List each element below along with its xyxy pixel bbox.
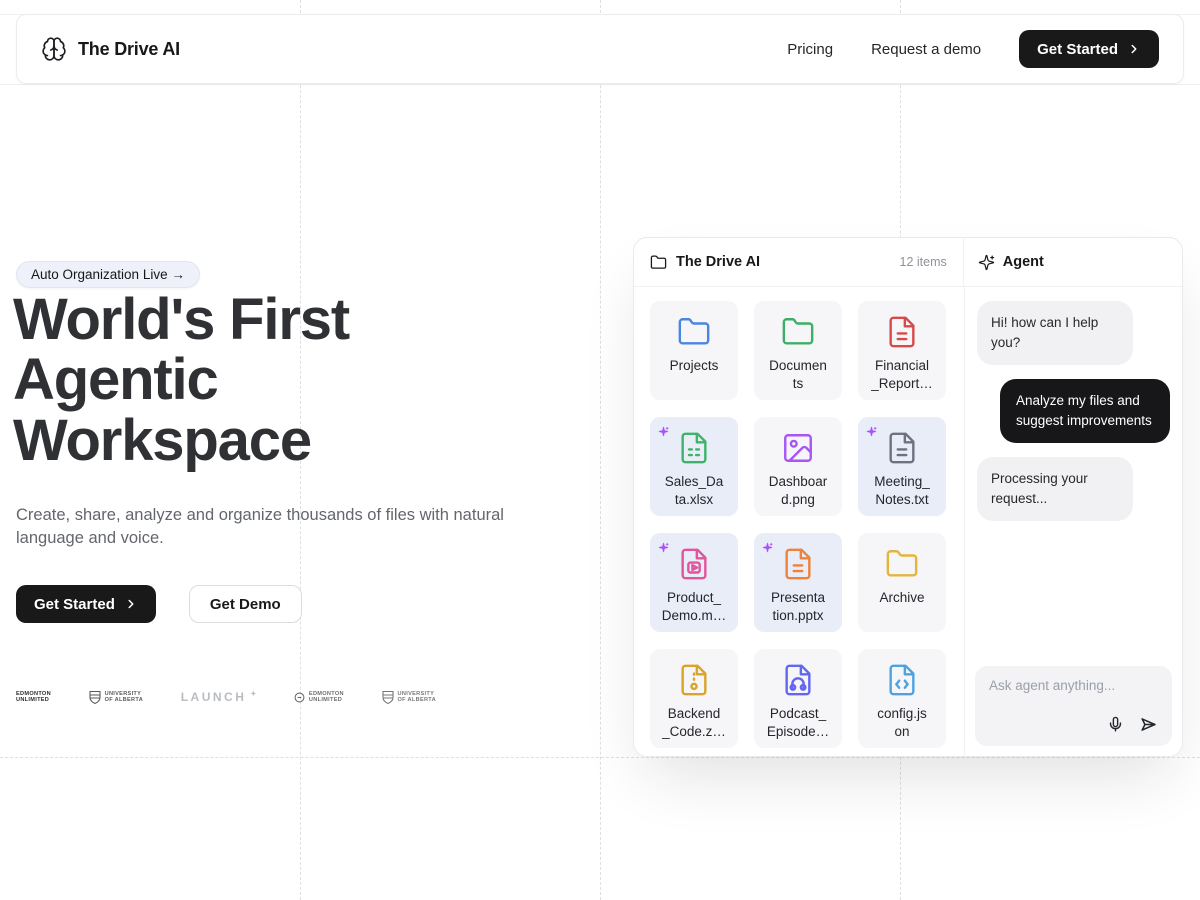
file-label: Financial _Report… bbox=[871, 357, 933, 392]
partner-text: UNLIMITED bbox=[309, 697, 344, 703]
file-text-icon bbox=[885, 430, 919, 466]
nav-link-request-demo[interactable]: Request a demo bbox=[871, 41, 981, 58]
partner-logo-launch: LAUNCH✦ bbox=[181, 690, 257, 704]
partner-text: OF ALBERTA bbox=[398, 697, 436, 703]
hero-title: World's First Agentic Workspace bbox=[13, 290, 468, 471]
partner-logo-edmonton-unlimited: EDMONTONUNLIMITED bbox=[16, 691, 51, 704]
file-label: config.js on bbox=[877, 705, 927, 740]
file-tile[interactable]: Backend _Code.z… bbox=[650, 649, 738, 748]
file-tile[interactable]: Product_ Demo.m… bbox=[650, 533, 738, 632]
file-label: Documen ts bbox=[769, 357, 827, 392]
chat-messages: Hi! how can I help you? Analyze my files … bbox=[977, 301, 1170, 521]
file-label: Projects bbox=[670, 357, 719, 375]
image-icon bbox=[781, 430, 815, 466]
file-label: Product_ Demo.m… bbox=[662, 589, 727, 624]
folder-icon bbox=[781, 314, 815, 350]
hero-get-started-label: Get Started bbox=[34, 596, 115, 613]
folder-icon bbox=[885, 546, 919, 582]
file-tile[interactable]: Financial _Report… bbox=[858, 301, 946, 400]
partner-text: UNLIMITED bbox=[16, 697, 51, 703]
grid-guide-horizontal bbox=[0, 757, 1200, 758]
ai-sparkle-icon bbox=[866, 424, 877, 442]
agent-panel-header: Agent bbox=[963, 238, 1182, 286]
file-tile[interactable]: Presenta tion.pptx bbox=[754, 533, 842, 632]
sparkles-icon bbox=[978, 254, 995, 271]
grid-guide-vertical bbox=[600, 0, 601, 900]
ai-sparkle-icon bbox=[658, 540, 669, 558]
partner-text: OF ALBERTA bbox=[105, 697, 143, 703]
brain-logo-icon bbox=[41, 36, 67, 62]
microphone-icon[interactable] bbox=[1107, 716, 1124, 733]
partner-logo-edmonton-unlimited: EDMONTONUNLIMITED bbox=[294, 691, 344, 704]
file-zip-icon bbox=[677, 662, 711, 698]
nav-get-started-label: Get Started bbox=[1037, 41, 1118, 58]
partner-logo-university-of-alberta: UNIVERSITYOF ALBERTA bbox=[89, 690, 143, 704]
file-text-icon bbox=[885, 314, 919, 350]
nav-links: Pricing Request a demo Get Started bbox=[787, 30, 1159, 68]
hero-badge-label: Auto Organization Live → bbox=[31, 267, 185, 282]
brand[interactable]: The Drive AI bbox=[41, 36, 180, 62]
demo-header: The Drive AI 12 items Agent bbox=[634, 238, 1182, 287]
hero-cta-row: Get Started Get Demo bbox=[16, 585, 302, 623]
file-tile[interactable]: config.js on bbox=[858, 649, 946, 748]
partner-text: LAUNCH bbox=[181, 690, 247, 704]
file-tile[interactable]: Archive bbox=[858, 533, 946, 632]
file-tile[interactable]: Sales_Da ta.xlsx bbox=[650, 417, 738, 516]
star-mark-icon: ✦ bbox=[250, 690, 256, 698]
top-navbar: The Drive AI Pricing Request a demo Get … bbox=[16, 14, 1184, 84]
partner-logo-strip: EDMONTONUNLIMITED UNIVERSITYOF ALBERTA L… bbox=[16, 690, 436, 704]
file-tile[interactable]: Dashboar d.png bbox=[754, 417, 842, 516]
chevron-right-icon bbox=[1127, 42, 1141, 56]
partner-logo-university-of-alberta: UNIVERSITYOF ALBERTA bbox=[382, 690, 436, 704]
file-tile[interactable]: Meeting_ Notes.txt bbox=[858, 417, 946, 516]
brand-name: The Drive AI bbox=[78, 39, 180, 60]
shield-icon bbox=[89, 690, 101, 704]
file-label: Sales_Da ta.xlsx bbox=[665, 473, 724, 508]
drive-panel-title: The Drive AI bbox=[676, 254, 760, 270]
file-spreadsheet-icon bbox=[677, 430, 711, 466]
landing-page: The Drive AI Pricing Request a demo Get … bbox=[0, 0, 1200, 900]
file-label: Meeting_ Notes.txt bbox=[874, 473, 930, 508]
grid-guide-horizontal bbox=[0, 84, 1200, 85]
file-tile[interactable]: Documen ts bbox=[754, 301, 842, 400]
file-tile[interactable]: Podcast_ Episode… bbox=[754, 649, 842, 748]
agent-input[interactable] bbox=[989, 678, 1158, 693]
folder-icon bbox=[677, 314, 711, 350]
send-icon[interactable] bbox=[1139, 715, 1158, 734]
nav-link-pricing[interactable]: Pricing bbox=[787, 41, 833, 58]
shield-icon bbox=[382, 690, 394, 704]
drive-panel-header: The Drive AI 12 items bbox=[634, 254, 963, 271]
chevron-right-icon bbox=[124, 597, 138, 611]
agent-chat-panel: Hi! how can I help you? Analyze my files … bbox=[964, 286, 1182, 756]
file-label: Presenta tion.pptx bbox=[771, 589, 825, 624]
product-demo-card: The Drive AI 12 items Agent Projects Docu… bbox=[633, 237, 1183, 757]
file-grid: Projects Documen ts Financial _Report… Sale… bbox=[650, 301, 946, 748]
folder-icon bbox=[650, 254, 667, 271]
agent-message-bubble: Processing your request... bbox=[977, 457, 1133, 521]
file-code-icon bbox=[885, 662, 919, 698]
hero-subtitle: Create, share, analyze and organize thou… bbox=[16, 504, 531, 551]
chat-input-icons bbox=[989, 715, 1158, 734]
agent-panel-title: Agent bbox=[1003, 254, 1044, 270]
circle-mark-icon bbox=[294, 692, 305, 703]
hero-get-demo-button[interactable]: Get Demo bbox=[189, 585, 302, 623]
file-label: Archive bbox=[879, 589, 924, 607]
file-video-icon bbox=[677, 546, 711, 582]
file-audio-icon bbox=[781, 662, 815, 698]
ai-sparkle-icon bbox=[762, 540, 773, 558]
nav-get-started-button[interactable]: Get Started bbox=[1019, 30, 1159, 68]
file-tile[interactable]: Projects bbox=[650, 301, 738, 400]
hero-get-demo-label: Get Demo bbox=[210, 596, 281, 613]
ai-sparkle-icon bbox=[658, 424, 669, 442]
items-count: 12 items bbox=[900, 255, 947, 269]
file-label: Dashboar d.png bbox=[769, 473, 828, 508]
hero-badge[interactable]: Auto Organization Live → bbox=[16, 261, 200, 288]
file-label: Backend _Code.z… bbox=[662, 705, 726, 740]
file-text-icon bbox=[781, 546, 815, 582]
agent-message-bubble: Hi! how can I help you? bbox=[977, 301, 1133, 365]
hero-get-started-button[interactable]: Get Started bbox=[16, 585, 156, 623]
chat-input-box[interactable] bbox=[975, 666, 1172, 746]
file-label: Podcast_ Episode… bbox=[767, 705, 829, 740]
user-message-bubble: Analyze my files and suggest improvement… bbox=[1000, 379, 1170, 443]
